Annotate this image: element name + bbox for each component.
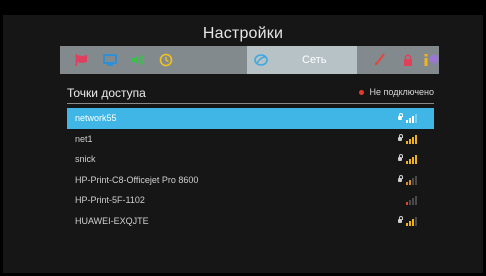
lock-icon [398, 174, 403, 182]
connection-status-text: Не подключено [369, 87, 434, 97]
tab-time[interactable] [152, 46, 180, 74]
signal-bar [409, 118, 411, 123]
clock-icon [159, 53, 173, 67]
info-icon [424, 54, 428, 66]
signal-bar [406, 222, 408, 226]
tab-network-label: Сеть [302, 54, 327, 66]
signal-bar [409, 159, 411, 164]
signal-strength-icon [406, 113, 420, 123]
network-name: network55 [75, 113, 117, 123]
signal-bar [412, 157, 414, 164]
signal-strength-icon [406, 134, 420, 144]
tab-network[interactable]: Сеть [247, 46, 357, 74]
signal-bar [409, 138, 411, 144]
network-name: HP-Print-5F-1102 [75, 195, 145, 205]
signal-strength-icon [406, 154, 420, 164]
network-row[interactable]: network55 [67, 108, 434, 129]
flag-icon [75, 54, 87, 66]
signal-bar [412, 116, 414, 123]
network-status-icons [398, 195, 422, 206]
network-icon [254, 54, 268, 66]
network-status-icons [398, 215, 422, 227]
settings-tabbar: Сеть [60, 46, 439, 74]
connection-status: Не подключено [358, 87, 434, 97]
signal-bar [412, 218, 414, 226]
network-row[interactable]: snick [67, 149, 434, 170]
signal-bar [412, 136, 414, 144]
network-status-icons [398, 133, 422, 145]
tab-info[interactable] [415, 46, 437, 74]
network-row[interactable]: HP-Print-5F-1102 [67, 190, 434, 211]
network-row[interactable]: net1 [67, 129, 434, 150]
signal-bar [406, 120, 408, 123]
network-name: snick [75, 154, 96, 164]
signal-bar [415, 196, 417, 205]
signal-strength-icon [406, 175, 420, 185]
page-title: Настройки [202, 25, 284, 42]
lock-icon [404, 54, 412, 66]
tab-appearance[interactable] [366, 46, 394, 74]
access-points-title: Точки доступа [67, 86, 146, 100]
speaker-icon [132, 55, 145, 65]
signal-bar [406, 181, 408, 185]
network-status-icons [398, 113, 422, 124]
network-row[interactable]: HP-Print-C8-Officejet Pro 8600 [67, 170, 434, 191]
lock-icon [398, 133, 403, 141]
access-points-header: Точки доступа Не подключено [67, 86, 434, 102]
signal-bar [415, 114, 417, 123]
network-name: net1 [75, 133, 93, 144]
lock-icon [398, 215, 403, 223]
network-status-icons [398, 174, 422, 186]
signal-bar [412, 177, 414, 185]
screen: Настройки Сеть Точки доступа Не подключе… [0, 0, 486, 276]
network-row[interactable]: HUAWEI-EXQJTE [67, 211, 434, 232]
signal-bar [406, 140, 408, 144]
signal-bar [409, 179, 411, 185]
signal-bar [415, 155, 417, 164]
signal-bar [406, 202, 408, 205]
tab-sound[interactable] [124, 46, 152, 74]
signal-bar [409, 200, 411, 205]
status-dot-icon [358, 89, 364, 95]
network-status-icons [398, 154, 422, 165]
monitor-icon [103, 54, 117, 66]
brush-icon [375, 53, 385, 66]
lock-icon [398, 113, 403, 120]
access-point-list: network55 net1 snick HP-Print-C8-Officej… [67, 108, 434, 231]
network-name: HP-Print-C8-Officejet Pro 8600 [75, 174, 199, 185]
header-divider [67, 103, 434, 104]
signal-strength-icon [406, 216, 420, 226]
network-name: HUAWEI-EXQJTE [75, 215, 149, 226]
signal-bar [415, 134, 417, 144]
tab-flag[interactable] [68, 46, 96, 74]
lock-icon [398, 154, 403, 161]
signal-bar [415, 175, 417, 185]
signal-strength-icon [406, 195, 420, 205]
tab-display[interactable] [96, 46, 124, 74]
signal-bar [406, 161, 408, 164]
signal-bar [409, 220, 411, 226]
signal-bar [412, 198, 414, 205]
signal-bar [415, 216, 417, 226]
